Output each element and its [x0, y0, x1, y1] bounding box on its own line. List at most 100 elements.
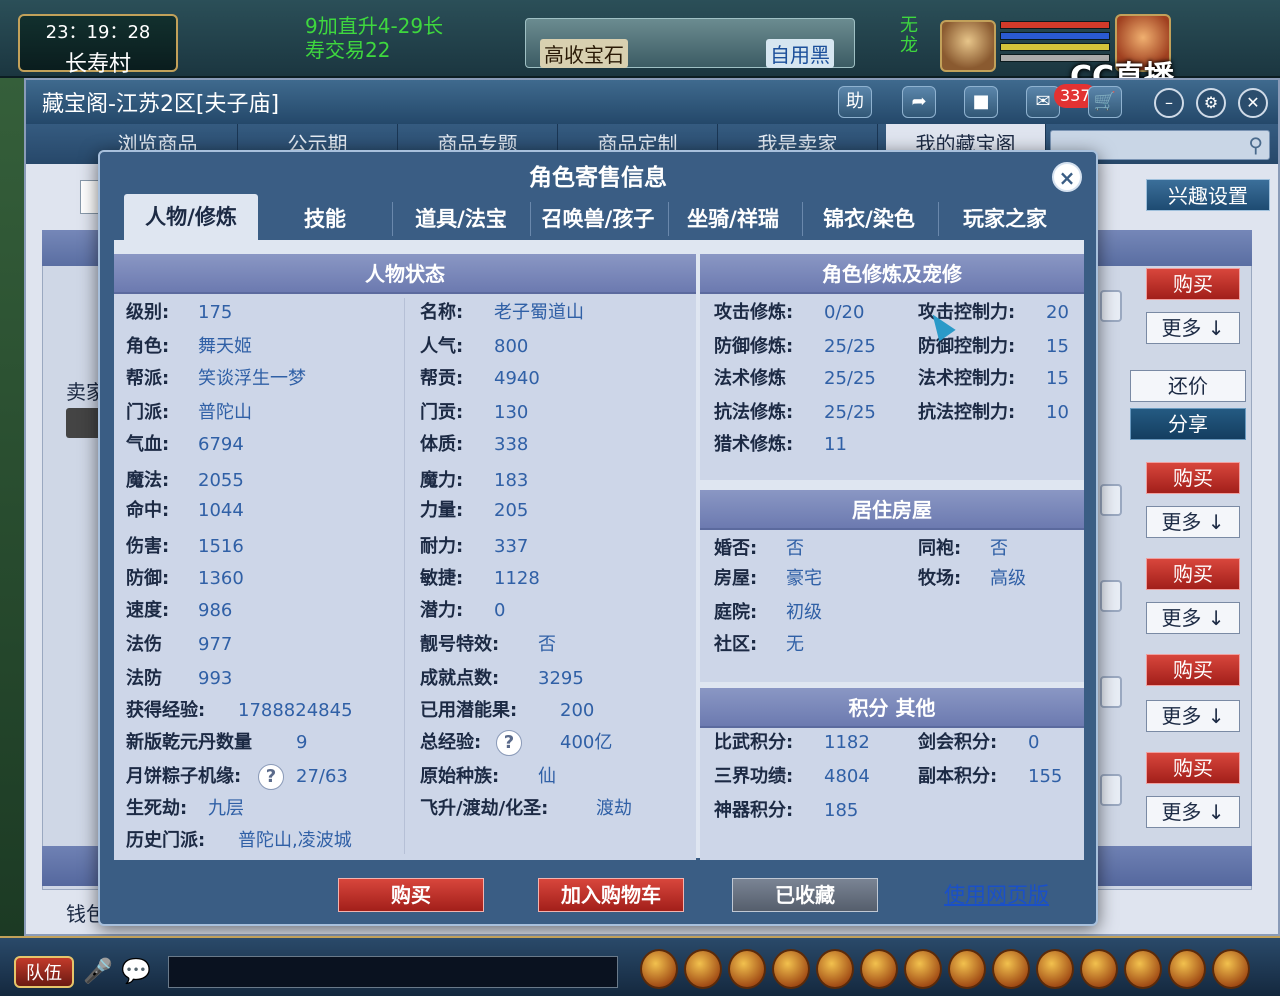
- stat-value: 0/20: [824, 302, 865, 323]
- stat-label: 婚否:: [714, 538, 758, 559]
- stat-row: 名称: 老子蜀道山: [420, 298, 690, 328]
- stat-label: 生死劫:: [126, 798, 188, 819]
- game-time: 23：19：28: [45, 22, 151, 43]
- quick-action-icon[interactable]: [772, 949, 810, 989]
- quick-action-icon[interactable]: [1212, 949, 1250, 989]
- buy-button[interactable]: 购买: [338, 878, 484, 912]
- tab-mounts[interactable]: 坐骑/祥瑞: [668, 198, 798, 240]
- quick-action-icon[interactable]: [948, 949, 986, 989]
- listing-more-button[interactable]: 更多 ↓: [1146, 602, 1240, 634]
- microphone-icon[interactable]: 🎤: [82, 954, 114, 988]
- quick-action-icon[interactable]: [1124, 949, 1162, 989]
- stat-value: 初级: [786, 602, 822, 623]
- stat-label: 帮贡:: [420, 368, 464, 389]
- quick-action-icon[interactable]: [860, 949, 898, 989]
- tab-costumes[interactable]: 锦衣/染色: [802, 198, 936, 240]
- stat-value: 205: [494, 500, 529, 521]
- settings-gear-icon[interactable]: ⚙: [1196, 88, 1226, 118]
- cart-icon[interactable]: [1100, 580, 1122, 612]
- close-icon[interactable]: ×: [1052, 162, 1082, 192]
- cultivation-row: 猎术修炼: 11: [714, 430, 1080, 460]
- cart-icon[interactable]: 🛒: [1088, 86, 1122, 118]
- stat-value: 1128: [494, 568, 540, 589]
- stat-value: 普陀山,凌波城: [238, 830, 352, 851]
- quick-action-icons: [640, 944, 1280, 994]
- stat-value: 993: [198, 668, 233, 689]
- stat-label: 抗法修炼:: [714, 402, 794, 423]
- game-chat-scroll: 9加直升4-29长 寿交易22: [305, 14, 505, 70]
- search-icon[interactable]: ⚲: [1248, 133, 1263, 157]
- listing-buy-button[interactable]: 购买: [1146, 752, 1240, 784]
- stat-label: 魔法:: [126, 470, 170, 491]
- stat-row: 命中: 1044: [126, 496, 406, 526]
- cart-icon[interactable]: [1100, 774, 1122, 806]
- tab-character[interactable]: 人物/修炼: [124, 194, 258, 240]
- listing-buy-button[interactable]: 购买: [1146, 558, 1240, 590]
- web-version-link[interactable]: 使用网页版: [944, 878, 1049, 912]
- stat-label: 法伤: [126, 634, 162, 655]
- listing-more-button[interactable]: 更多 ↓: [1146, 506, 1240, 538]
- tab-items[interactable]: 道具/法宝: [394, 198, 528, 240]
- stat-value: 舞天姬: [198, 336, 252, 357]
- cultivation-panel: 角色修炼及宠修 攻击修炼: 0/20 攻击控制力: 20 防御修炼: 25/25 防御控制…: [700, 254, 1084, 480]
- stat-label: 人气:: [420, 336, 464, 357]
- stat-row: 人气: 800: [420, 332, 690, 362]
- pet-avatar[interactable]: [940, 20, 996, 72]
- listing-more-button[interactable]: 更多 ↓: [1146, 312, 1240, 344]
- quick-action-icon[interactable]: [1036, 949, 1074, 989]
- tab-summons[interactable]: 召唤兽/孩子: [530, 198, 666, 240]
- chat-bubble-icon[interactable]: 💬: [120, 954, 152, 988]
- interest-settings-button[interactable]: 兴趣设置: [1146, 179, 1270, 211]
- close-icon[interactable]: ✕: [1238, 88, 1268, 118]
- stat-label: 同袍:: [918, 538, 962, 559]
- game-location[interactable]: 长寿村: [20, 46, 176, 78]
- listing-buy-button[interactable]: 购买: [1146, 268, 1240, 300]
- chat-input[interactable]: [168, 956, 618, 988]
- dialog-tabs: 人物/修炼 技能 道具/法宝 召唤兽/孩子 坐骑/祥瑞 锦衣/染色 玩家之家: [120, 194, 1080, 240]
- chat-line: 寿交易22: [305, 38, 391, 62]
- quick-action-icon[interactable]: [1080, 949, 1118, 989]
- stat-row: 法伤 977: [126, 630, 406, 660]
- house-row: 婚否: 否 同袍: 否: [714, 534, 1080, 564]
- stat-value: 183: [494, 470, 529, 491]
- stat-value: 986: [198, 600, 233, 621]
- quick-action-icon[interactable]: [816, 949, 854, 989]
- stat-value: 仙: [538, 766, 556, 787]
- tab-home[interactable]: 玩家之家: [938, 198, 1072, 240]
- listing-more-button[interactable]: 更多 ↓: [1146, 700, 1240, 732]
- bargain-button[interactable]: 还价: [1130, 370, 1246, 402]
- tab-skills[interactable]: 技能: [260, 198, 390, 240]
- cart-icon[interactable]: [1100, 676, 1122, 708]
- points-row: 三界功绩: 4804 副本积分: 155: [714, 762, 1080, 792]
- cart-icon[interactable]: [1100, 484, 1122, 516]
- stat-label: 防御:: [126, 568, 170, 589]
- share-arrow-icon[interactable]: ➦: [902, 86, 936, 118]
- quick-action-icon[interactable]: [728, 949, 766, 989]
- stat-value: 否: [990, 538, 1008, 559]
- quick-action-icon[interactable]: [640, 949, 678, 989]
- stat-label: 庭院:: [714, 602, 758, 623]
- listing-buy-button[interactable]: 购买: [1146, 462, 1240, 494]
- stat-label: 速度:: [126, 600, 170, 621]
- minimize-icon[interactable]: –: [1154, 88, 1184, 118]
- team-button[interactable]: 队伍: [14, 956, 74, 988]
- favorited-button[interactable]: 已收藏: [732, 878, 878, 912]
- stat-label: 三界功绩:: [714, 766, 794, 787]
- quick-action-icon[interactable]: [904, 949, 942, 989]
- add-to-cart-button[interactable]: 加入购物车: [538, 878, 684, 912]
- listing-buy-button[interactable]: 购买: [1146, 654, 1240, 686]
- cultivation-panel-title: 角色修炼及宠修: [700, 254, 1084, 294]
- cart-icon[interactable]: [1100, 290, 1122, 322]
- stat-label: 原始种族:: [420, 766, 500, 787]
- help-icon[interactable]: ?: [496, 730, 522, 756]
- quick-action-icon[interactable]: [992, 949, 1030, 989]
- tab-separator: [392, 202, 393, 236]
- share-button[interactable]: 分享: [1130, 408, 1246, 440]
- stop-icon[interactable]: ■: [964, 86, 998, 118]
- help-icon[interactable]: ?: [258, 764, 284, 790]
- help-button[interactable]: 助: [838, 86, 872, 118]
- quick-action-icon[interactable]: [1168, 949, 1206, 989]
- listing-more-button[interactable]: 更多 ↓: [1146, 796, 1240, 828]
- quick-action-icon[interactable]: [684, 949, 722, 989]
- stat-value: 1360: [198, 568, 244, 589]
